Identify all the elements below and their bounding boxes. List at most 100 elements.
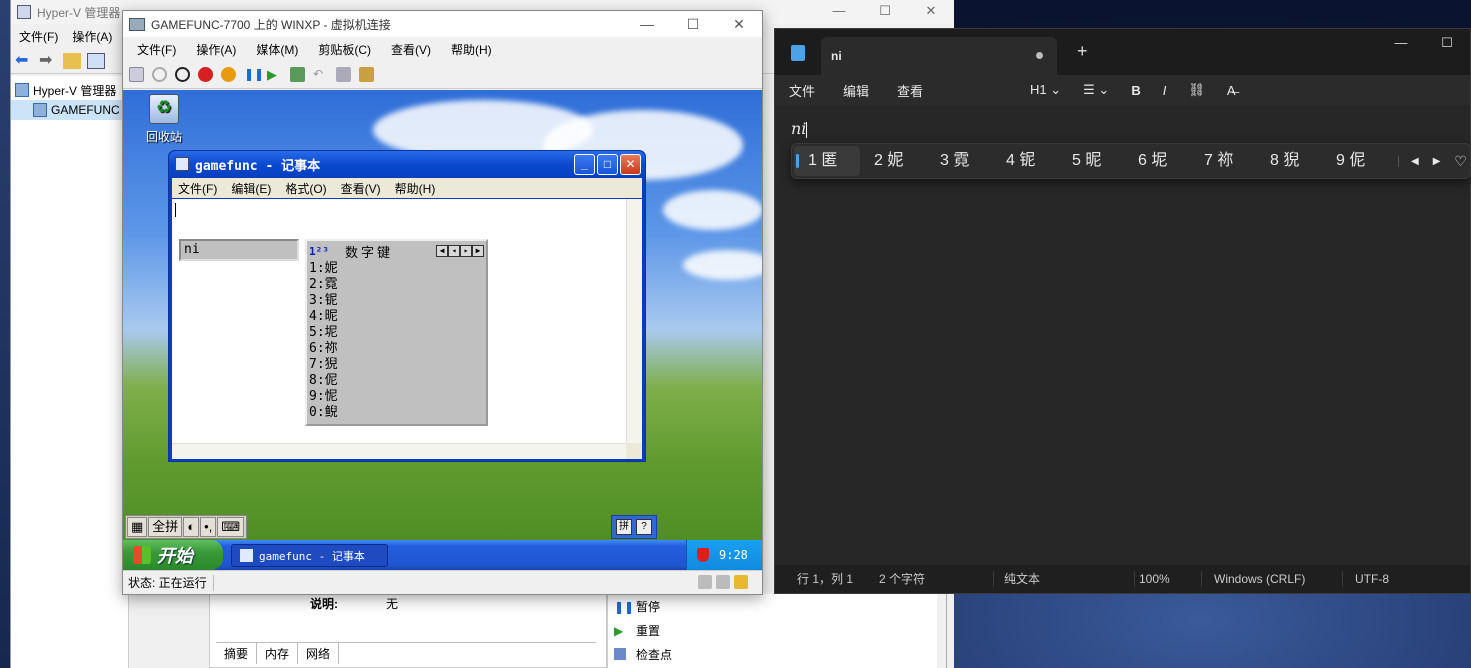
ime-candidate[interactable]: 2 妮: [860, 146, 926, 176]
ime-candidate[interactable]: 4:昵: [309, 309, 486, 325]
menu-media[interactable]: 媒体(M): [256, 41, 298, 58]
menu-file[interactable]: 文件: [789, 81, 815, 100]
ime-candidate[interactable]: 1 匿: [794, 146, 860, 176]
italic-button[interactable]: I: [1163, 83, 1167, 98]
checkpoint-icon[interactable]: [290, 67, 305, 82]
bold-button[interactable]: B: [1131, 83, 1140, 98]
ime-candidate[interactable]: 5:坭: [309, 325, 486, 341]
half-width-icon[interactable]: ◐: [183, 517, 200, 537]
pause-icon[interactable]: ❚❚: [244, 67, 264, 82]
ime-candidate[interactable]: 6 坭: [1124, 146, 1190, 176]
ime-logo-icon[interactable]: ▦: [127, 517, 148, 537]
ime-candidate[interactable]: 7:猊: [309, 357, 486, 373]
pinyin-icon[interactable]: 拼: [616, 519, 632, 535]
heading-dropdown[interactable]: H1 ⌄: [1030, 82, 1061, 98]
menu-file[interactable]: 文件(F): [19, 28, 58, 45]
tab-network[interactable]: 网络: [298, 643, 340, 664]
shutdown-icon[interactable]: [198, 67, 213, 82]
menu-help[interactable]: 帮助(H): [451, 41, 492, 58]
menu-edit[interactable]: 编辑: [843, 81, 869, 100]
punctuation-icon[interactable]: •,: [200, 517, 217, 537]
menu-file[interactable]: 文件(F): [137, 41, 176, 58]
close-button[interactable]: ✕: [620, 154, 641, 175]
vertical-scrollbar[interactable]: [626, 199, 642, 443]
show-pane-icon[interactable]: [87, 52, 105, 69]
ime-candidate[interactable]: 8 猊: [1256, 146, 1322, 176]
turn-off-icon[interactable]: [175, 67, 190, 82]
enhanced-session-icon[interactable]: [336, 67, 351, 82]
spellcheck-icon[interactable]: A̶: [1227, 83, 1236, 98]
ctrl-alt-del-icon[interactable]: [129, 67, 144, 82]
close-button[interactable]: ✕: [716, 11, 762, 37]
status-encoding[interactable]: UTF-8: [1343, 565, 1389, 593]
ime-candidate[interactable]: 7 祢: [1190, 146, 1256, 176]
back-icon[interactable]: ⬅: [15, 52, 33, 69]
next-page-icon[interactable]: ▸: [460, 245, 472, 257]
resize-grip[interactable]: [626, 443, 642, 459]
notepad-editor[interactable]: ni 1 匿 2 妮 3 霓 4 铌 5 昵 6 坭 7 祢 8 猊 9 伲 ◀…: [775, 105, 1471, 565]
status-zoom[interactable]: 100%: [1135, 565, 1201, 593]
tree-host[interactable]: GAMEFUNC: [11, 100, 128, 120]
help-icon[interactable]: ?: [636, 519, 652, 535]
folder-up-icon[interactable]: [63, 52, 81, 69]
menu-clipboard[interactable]: 剪贴板(C): [318, 41, 371, 58]
ime-candidate[interactable]: 3 霓: [926, 146, 992, 176]
close-button[interactable]: ✕: [908, 0, 954, 22]
horizontal-scrollbar[interactable]: [172, 443, 626, 459]
start-icon[interactable]: [152, 67, 167, 82]
status-line-ending[interactable]: Windows (CRLF): [1202, 565, 1342, 593]
maximize-button[interactable]: ☐: [670, 11, 716, 37]
menu-format[interactable]: 格式(O): [285, 180, 326, 197]
vm-screen[interactable]: 回收站 gamefunc - 记事本 _ □ ✕ 文件(F) 编辑(E) 格式(…: [123, 90, 762, 570]
minimize-button[interactable]: —: [1378, 29, 1424, 59]
maximize-button[interactable]: ☐: [862, 0, 908, 22]
menu-file[interactable]: 文件(F): [178, 180, 217, 197]
ime-candidate[interactable]: 8:伲: [309, 373, 486, 389]
menu-edit[interactable]: 编辑(E): [231, 180, 271, 197]
save-icon[interactable]: [221, 67, 236, 82]
recycle-bin[interactable]: 回收站: [141, 94, 187, 145]
security-shield-icon[interactable]: [697, 548, 709, 562]
menu-view[interactable]: 查看(V): [341, 180, 381, 197]
soft-keyboard-icon[interactable]: ⌨: [217, 517, 245, 537]
ime-candidate[interactable]: 0:鲵: [309, 405, 486, 421]
new-tab-icon[interactable]: +: [1077, 41, 1088, 62]
prev-page-icon[interactable]: ◂: [448, 245, 460, 257]
ime-candidate[interactable]: 9 伲: [1322, 146, 1388, 176]
reset-icon[interactable]: ▶: [267, 67, 282, 82]
status-format[interactable]: 纯文本: [994, 565, 1134, 593]
minimize-button[interactable]: —: [624, 11, 670, 37]
menu-view[interactable]: 查看: [897, 81, 923, 100]
first-page-icon[interactable]: ◀: [436, 245, 448, 257]
minimize-button[interactable]: —: [816, 0, 862, 22]
xp-notepad-editor[interactable]: ni 1²³ 数字键 ◀ ◂ ▸ ▶ 1:妮 2:霓 3:铌 4:昵 5:坭 6…: [172, 199, 642, 459]
next-page-icon[interactable]: ▶: [1433, 156, 1441, 167]
taskbar-item-notepad[interactable]: gamefunc - 记事本: [231, 544, 388, 567]
ime-candidate[interactable]: 9:怩: [309, 389, 486, 405]
prev-page-icon[interactable]: ◀: [1411, 156, 1419, 167]
share-icon[interactable]: [359, 67, 374, 82]
ime-candidate[interactable]: 1:妮: [309, 261, 486, 277]
ime-candidate[interactable]: 2:霓: [309, 277, 486, 293]
action-pause[interactable]: ❚❚ 暂停: [608, 594, 937, 618]
ime-candidate[interactable]: 3:铌: [309, 293, 486, 309]
ime-candidate[interactable]: 4 铌: [992, 146, 1058, 176]
menu-action[interactable]: 操作(A): [72, 28, 112, 45]
link-icon[interactable]: ⛓: [1188, 82, 1205, 98]
tab-document[interactable]: ni: [821, 37, 1057, 75]
revert-icon[interactable]: ↶: [313, 67, 328, 82]
emoji-panel-icon[interactable]: ♡: [1454, 153, 1467, 170]
forward-icon[interactable]: ➡: [39, 52, 57, 69]
minimize-button[interactable]: _: [574, 154, 595, 175]
action-checkpoint[interactable]: 检查点: [608, 642, 937, 666]
start-button[interactable]: 开始: [123, 540, 223, 570]
ime-candidate[interactable]: 6:祢: [309, 341, 486, 357]
ime-mode-button[interactable]: 全拼: [148, 517, 183, 537]
ime-candidate[interactable]: 5 昵: [1058, 146, 1124, 176]
menu-action[interactable]: 操作(A): [196, 41, 236, 58]
menu-view[interactable]: 查看(V): [391, 41, 431, 58]
menu-help[interactable]: 帮助(H): [395, 180, 436, 197]
list-dropdown-icon[interactable]: ☰ ⌄: [1083, 82, 1109, 98]
tab-memory[interactable]: 内存: [257, 643, 299, 664]
action-reset[interactable]: ▶ 重置: [608, 618, 937, 642]
